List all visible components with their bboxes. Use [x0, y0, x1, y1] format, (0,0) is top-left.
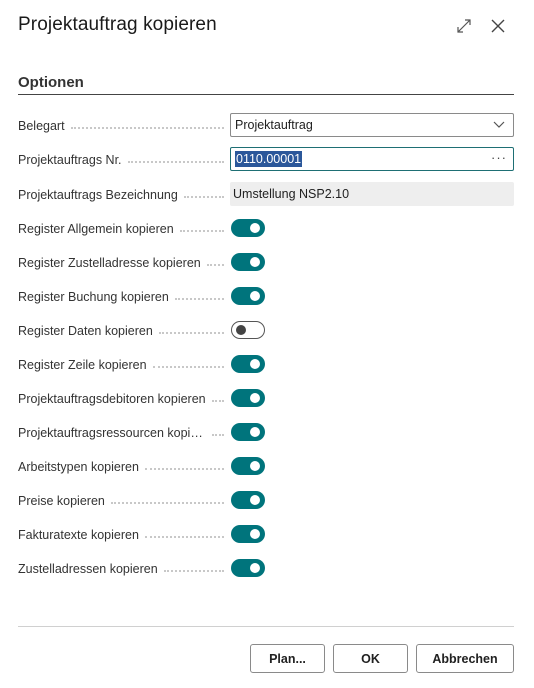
toggle-knob [250, 291, 260, 301]
leader-dots [211, 399, 224, 402]
leader-dots [110, 501, 224, 504]
belegart-select[interactable]: Projektauftrag [230, 113, 514, 137]
toggle-knob [236, 325, 246, 335]
leader-dots [144, 467, 224, 470]
field-label: Projektauftrags Bezeichnung [18, 188, 178, 202]
leader-dots [70, 126, 224, 129]
field-row-nr: Projektauftrags Nr. 0110.00001 ··· [18, 147, 514, 173]
bezeichnung-readonly: Umstellung NSP2.10 [230, 182, 514, 206]
toggle-switch[interactable] [231, 525, 265, 543]
toggle-knob [250, 461, 260, 471]
toggle-row: Register Zeile kopieren [18, 352, 514, 378]
toggle-label: Fakturatexte kopieren [18, 528, 139, 542]
toggle-switch[interactable] [231, 321, 265, 339]
toggle-row: Arbeitstypen kopieren [18, 454, 514, 480]
toggle-label: Preise kopieren [18, 494, 105, 508]
toggle-knob [250, 393, 260, 403]
bezeichnung-value: Umstellung NSP2.10 [233, 187, 350, 201]
projektauftrag-nr-input[interactable]: 0110.00001 ··· [230, 147, 514, 171]
leader-dots [144, 535, 224, 538]
toggle-row: Preise kopieren [18, 488, 514, 514]
toggle-label: Register Zeile kopieren [18, 358, 147, 372]
footer-divider [18, 626, 514, 627]
leader-dots [127, 160, 224, 163]
leader-dots [206, 263, 224, 266]
leader-dots [152, 365, 224, 368]
ellipsis-icon[interactable]: ··· [491, 150, 507, 165]
toggle-label: Register Daten kopieren [18, 324, 153, 338]
toggle-knob [250, 427, 260, 437]
belegart-value: Projektauftrag [235, 118, 313, 132]
toggle-label: Projektauftragsdebitoren kopieren [18, 392, 206, 406]
leader-dots [174, 297, 224, 300]
field-row-bezeichnung: Projektauftrags Bezeichnung Umstellung N… [18, 182, 514, 208]
ok-button[interactable]: OK [333, 644, 408, 673]
toggle-switch[interactable] [231, 389, 265, 407]
toggle-switch[interactable] [231, 219, 265, 237]
toggle-row: Register Allgemein kopieren [18, 216, 514, 242]
toggle-switch[interactable] [231, 457, 265, 475]
expand-icon[interactable] [454, 16, 474, 36]
toggle-row: Zustelladressen kopieren [18, 556, 514, 582]
field-row-belegart: Belegart Projektauftrag [18, 113, 514, 139]
dialog-title: Projektauftrag kopieren [18, 14, 217, 35]
toggle-knob [250, 495, 260, 505]
toggle-row: Projektauftragsressourcen kopier... [18, 420, 514, 446]
field-label: Belegart [18, 119, 65, 133]
leader-dots [183, 195, 224, 198]
toggle-switch[interactable] [231, 355, 265, 373]
section-header-optionen: Optionen [18, 74, 514, 95]
toggle-switch[interactable] [231, 491, 265, 509]
leader-dots [179, 229, 224, 232]
plan-button[interactable]: Plan... [250, 644, 325, 673]
cancel-button[interactable]: Abbrechen [416, 644, 514, 673]
toggle-switch[interactable] [231, 559, 265, 577]
leader-dots [158, 331, 224, 334]
toggle-switch[interactable] [231, 287, 265, 305]
toggle-label: Register Zustelladresse kopieren [18, 256, 201, 270]
toggle-knob [250, 223, 260, 233]
toggle-switch[interactable] [231, 253, 265, 271]
toggle-label: Arbeitstypen kopieren [18, 460, 139, 474]
toggle-label: Zustelladressen kopieren [18, 562, 158, 576]
toggle-knob [250, 529, 260, 539]
field-label: Projektauftrags Nr. [18, 153, 122, 167]
toggle-row: Register Zustelladresse kopieren [18, 250, 514, 276]
toggle-knob [250, 563, 260, 573]
toggle-row: Register Buchung kopieren [18, 284, 514, 310]
toggle-switch[interactable] [231, 423, 265, 441]
chevron-down-icon[interactable] [493, 118, 505, 132]
toggle-label: Register Buchung kopieren [18, 290, 169, 304]
toggle-knob [250, 359, 260, 369]
leader-dots [212, 433, 224, 436]
selected-text: 0110.00001 [235, 151, 303, 167]
toggle-label: Register Allgemein kopieren [18, 222, 174, 236]
toggle-row: Fakturatexte kopieren [18, 522, 514, 548]
leader-dots [163, 569, 224, 572]
toggle-knob [250, 257, 260, 267]
close-icon[interactable] [488, 16, 508, 36]
toggle-row: Register Daten kopieren [18, 318, 514, 344]
toggle-label: Projektauftragsressourcen kopier... [18, 426, 212, 440]
header-actions [454, 16, 508, 36]
toggle-row: Projektauftragsdebitoren kopieren [18, 386, 514, 412]
